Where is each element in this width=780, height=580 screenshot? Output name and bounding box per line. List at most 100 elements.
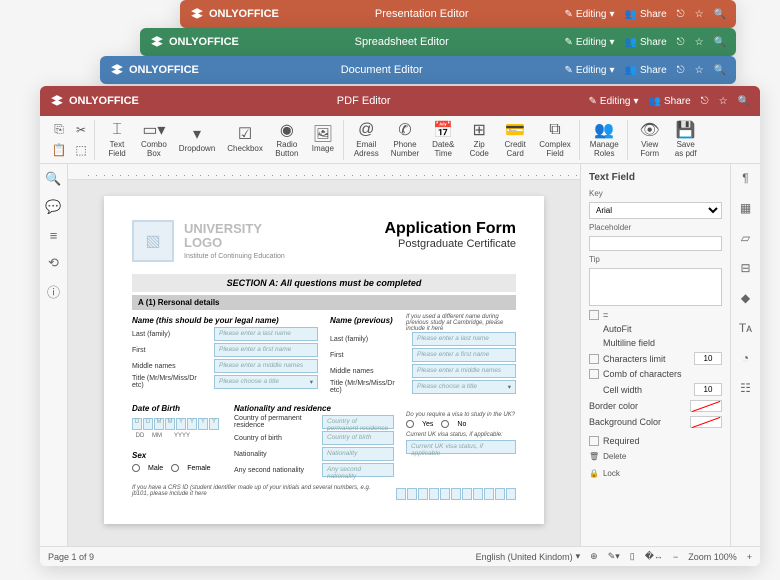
dob-cells[interactable]: DDMMYYYY <box>132 418 222 430</box>
last-name-field[interactable]: Please enter a last name <box>214 327 318 341</box>
checkbox-button[interactable]: ☑Checkbox <box>223 123 267 156</box>
search-icon[interactable]: 🔍 <box>714 65 726 76</box>
perm-res-field[interactable]: Country of permanent residence <box>322 415 394 429</box>
search-icon[interactable]: 🔍 <box>714 9 726 20</box>
search-icon[interactable]: 🔍 <box>738 96 750 107</box>
prev-title-select[interactable]: Please choose a title <box>412 380 516 394</box>
para-settings-icon[interactable]: ¶ <box>738 170 754 186</box>
left-sidebar: 🔍 💬 ≡ ⟲ ⓘ <box>40 164 68 546</box>
crs-cells[interactable] <box>396 488 516 500</box>
delete-button[interactable]: 🗑 Delete <box>589 450 722 463</box>
email-button[interactable]: @Email Adress <box>350 119 383 161</box>
logo: ONLYOFFICE <box>110 63 199 77</box>
fit-width-icon[interactable]: �↔ <box>645 551 663 562</box>
zoom-in[interactable]: + <box>747 552 752 562</box>
editing-mode[interactable]: ✎ Editing ▾ <box>589 96 639 107</box>
placeholder-input[interactable] <box>589 236 722 251</box>
cellwidth-input[interactable] <box>694 383 722 396</box>
cut-icon[interactable]: ✂ <box>72 121 90 139</box>
headings-icon[interactable]: ≡ <box>45 226 63 244</box>
feedback-icon[interactable]: ⟲ <box>45 254 63 272</box>
share-button[interactable]: 👥 Share <box>625 9 667 20</box>
credit-card-button[interactable]: 💳Credit Card <box>499 119 531 161</box>
zip-button[interactable]: ⊞Zip Code <box>463 119 495 161</box>
title-select[interactable]: Please choose a title <box>214 375 318 389</box>
editing-mode[interactable]: ✎ Editing ▾ <box>565 37 615 48</box>
status-bar: Page 1 of 9 English (United Kindom) ▾ ⊕ … <box>40 546 760 566</box>
dropdown-button[interactable]: ▾Dropdown <box>175 123 219 156</box>
text-field-button[interactable]: ⌶Text Field <box>101 119 133 161</box>
visa-no-radio[interactable] <box>441 420 449 428</box>
male-radio[interactable] <box>132 464 140 472</box>
form-settings-icon[interactable]: ☷ <box>738 380 754 396</box>
eq-check[interactable] <box>589 310 599 320</box>
open-loc-icon[interactable]: ⎋ <box>677 65 685 76</box>
search-icon[interactable]: 🔍 <box>45 170 63 188</box>
search-icon[interactable]: 🔍 <box>714 37 726 48</box>
star-icon[interactable]: ☆ <box>695 9 704 20</box>
comb-check[interactable] <box>589 369 599 379</box>
date-time-icon: 📅 <box>434 121 452 139</box>
zoom-level[interactable]: Zoom 100% <box>688 552 737 562</box>
first-name-field[interactable]: Please enter a first name <box>214 343 318 357</box>
image-settings-icon[interactable]: ▱ <box>738 230 754 246</box>
prev-middle-field[interactable]: Please enter a middle names <box>412 364 516 378</box>
header-settings-icon[interactable]: ⊟ <box>738 260 754 276</box>
charlimit-check[interactable] <box>589 354 599 364</box>
open-loc-icon[interactable]: ⎋ <box>677 9 685 20</box>
visa-yes-radio[interactable] <box>406 420 414 428</box>
page-indicator[interactable]: Page 1 of 9 <box>48 552 94 562</box>
text-settings-icon[interactable]: Tᴀ <box>738 320 754 336</box>
editing-mode[interactable]: ✎ Editing ▾ <box>565 65 615 76</box>
second-nat-field[interactable]: Any second nationality <box>322 463 394 477</box>
prev-first-field[interactable]: Please enter a first name <box>412 348 516 362</box>
view-form-icon: 👁 <box>641 121 659 139</box>
forms-toolbar: ⎘ 📋 ✂ ⬚ ⌶Text Field▭▾Combo Box▾Dropdown☑… <box>40 116 760 164</box>
save-pdf-button[interactable]: 💾Save as pdf <box>670 119 702 161</box>
language-select[interactable]: English (United Kindom) ▾ <box>476 551 581 562</box>
bg-color[interactable] <box>690 416 722 428</box>
required-check[interactable] <box>589 436 599 446</box>
select-icon[interactable]: ⬚ <box>72 141 90 159</box>
lock-button[interactable]: 🔒 Lock <box>589 467 722 480</box>
nationality-field[interactable]: Nationality <box>322 447 394 461</box>
share-button[interactable]: 👥 Share <box>625 37 667 48</box>
copy-icon[interactable]: ⎘ <box>50 121 68 139</box>
complex-button[interactable]: ⧉Complex Field <box>535 119 575 161</box>
about-icon[interactable]: ⓘ <box>45 282 63 300</box>
phone-button[interactable]: ✆Phone Number <box>387 119 423 161</box>
zoom-out[interactable]: − <box>673 552 678 562</box>
share-button[interactable]: 👥 Share <box>649 96 691 107</box>
prev-last-field[interactable]: Please enter a last name <box>412 332 516 346</box>
visa-status-field[interactable]: Current UK visa status, if applicable <box>406 440 516 454</box>
female-radio[interactable] <box>171 464 179 472</box>
star-icon[interactable]: ☆ <box>719 96 728 107</box>
border-color[interactable] <box>690 400 722 412</box>
radio-button-button[interactable]: ◉Radio Button <box>271 119 303 161</box>
paste-icon[interactable]: 📋 <box>50 141 68 159</box>
comments-icon[interactable]: 💬 <box>45 198 63 216</box>
chart-settings-icon[interactable]: ◔ <box>738 350 754 366</box>
spellcheck-icon[interactable]: ⊕ <box>590 551 598 562</box>
fit-page-icon[interactable]: ▯ <box>630 551 635 562</box>
image-placeholder[interactable]: ▧ <box>132 220 174 262</box>
open-loc-icon[interactable]: ⎋ <box>677 37 685 48</box>
shape-settings-icon[interactable]: ◆ <box>738 290 754 306</box>
star-icon[interactable]: ☆ <box>695 37 704 48</box>
track-icon[interactable]: ✎▾ <box>608 551 620 562</box>
manage-roles-button[interactable]: 👥Manage Roles <box>586 119 623 161</box>
table-settings-icon[interactable]: ▦ <box>738 200 754 216</box>
star-icon[interactable]: ☆ <box>695 65 704 76</box>
middle-name-field[interactable]: Please enter a middle names <box>214 359 318 373</box>
editing-mode[interactable]: ✎ Editing ▾ <box>565 9 615 20</box>
date-time-button[interactable]: 📅Date& Time <box>427 119 459 161</box>
open-loc-icon[interactable]: ⎋ <box>701 96 709 107</box>
share-button[interactable]: 👥 Share <box>625 65 667 76</box>
cob-field[interactable]: Country of birth <box>322 431 394 445</box>
image-button[interactable]: 🖼Image <box>307 123 339 156</box>
view-form-button[interactable]: 👁View Form <box>634 119 666 161</box>
key-select[interactable]: Arial <box>589 202 722 219</box>
charlimit-input[interactable] <box>694 352 722 365</box>
combo-box-button[interactable]: ▭▾Combo Box <box>137 119 171 161</box>
tip-input[interactable] <box>589 268 722 306</box>
